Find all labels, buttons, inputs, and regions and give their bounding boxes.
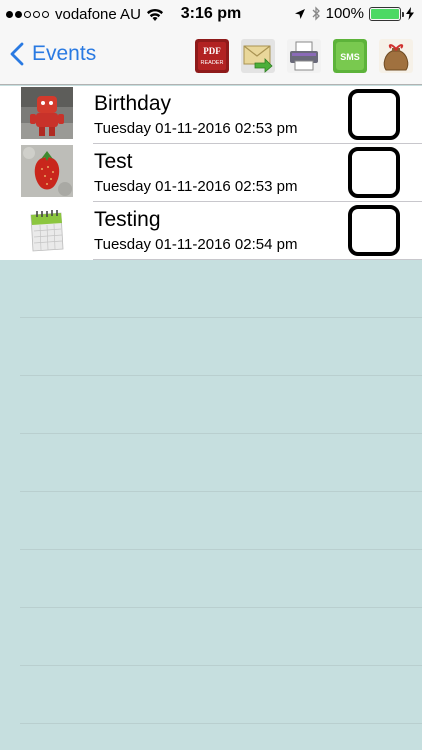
event-thumbnail xyxy=(21,203,73,255)
gift-sack-button[interactable] xyxy=(379,39,413,73)
back-button[interactable]: Events xyxy=(10,42,96,66)
event-checkbox[interactable] xyxy=(348,147,400,198)
event-checkbox[interactable] xyxy=(348,205,400,256)
event-date: Tuesday 01-11-2016 02:53 pm xyxy=(94,178,298,195)
sms-icon: SMS xyxy=(333,39,367,73)
events-table: Birthday Tuesday 01-11-2016 02:53 pm Tes… xyxy=(0,86,422,260)
gift-sack-icon xyxy=(379,39,413,73)
print-button[interactable] xyxy=(287,39,321,73)
strawberry-photo xyxy=(21,145,73,197)
pdf-reader-button[interactable]: PDF READER xyxy=(195,39,229,73)
battery-level-fill xyxy=(371,8,399,19)
email-icon xyxy=(241,39,275,73)
empty-row-separator xyxy=(20,549,422,550)
event-thumbnail xyxy=(21,87,73,139)
empty-row-separator xyxy=(20,317,422,318)
sms-button[interactable]: SMS xyxy=(333,39,367,73)
empty-row-separator xyxy=(20,491,422,492)
empty-row-separator xyxy=(20,433,422,434)
event-thumbnail xyxy=(21,145,73,197)
status-right: 100% xyxy=(294,5,414,22)
bluetooth-icon xyxy=(312,6,320,21)
empty-row-separator xyxy=(20,665,422,666)
event-row-birthday[interactable]: Birthday Tuesday 01-11-2016 02:53 pm xyxy=(0,86,422,144)
event-row-testing[interactable]: Testing Tuesday 01-11-2016 02:54 pm xyxy=(0,202,422,260)
printer-icon xyxy=(287,39,321,73)
event-row-test[interactable]: Test Tuesday 01-11-2016 02:53 pm xyxy=(0,144,422,202)
event-date: Tuesday 01-11-2016 02:53 pm xyxy=(94,120,298,137)
empty-row-separator xyxy=(20,375,422,376)
event-title: Test xyxy=(94,150,133,173)
chevron-left-icon xyxy=(10,42,24,66)
battery-icon xyxy=(369,6,404,21)
empty-row-separator xyxy=(20,723,422,724)
event-title: Testing xyxy=(94,208,161,231)
event-checkbox[interactable] xyxy=(348,89,400,140)
pdf-reader-icon: PDF READER xyxy=(195,39,229,73)
sms-label: SMS xyxy=(340,52,360,62)
charging-bolt-icon xyxy=(406,7,414,20)
location-arrow-icon xyxy=(294,8,305,19)
email-button[interactable] xyxy=(241,39,275,73)
battery-percentage: 100% xyxy=(325,5,364,22)
pdf-label: PDF xyxy=(203,46,221,56)
red-robot-toy-photo xyxy=(21,87,73,139)
battery-cap xyxy=(402,11,404,17)
event-title: Birthday xyxy=(94,92,172,115)
event-date: Tuesday 01-11-2016 02:54 pm xyxy=(94,236,298,253)
empty-row-separator xyxy=(20,607,422,608)
empty-table-area xyxy=(0,260,422,750)
reader-label: READER xyxy=(201,60,224,66)
navigation-bar: Events PDF READER SMS xyxy=(0,30,422,85)
back-button-label: Events xyxy=(32,42,97,65)
calendar-icon xyxy=(21,203,73,255)
status-bar: vodafone AU 3:16 pm 100% xyxy=(0,0,422,30)
